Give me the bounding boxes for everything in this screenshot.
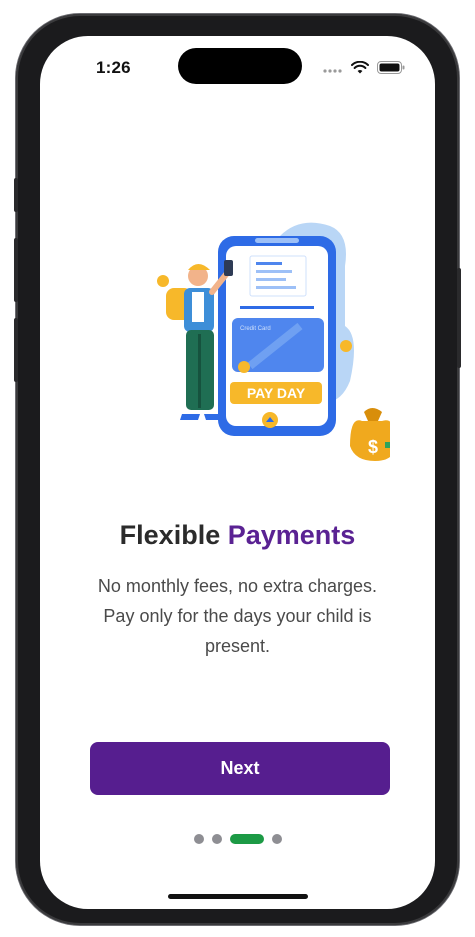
page-dot-2[interactable] <box>211 834 222 844</box>
coin-icon <box>238 361 250 373</box>
svg-text:$: $ <box>368 437 378 457</box>
battery-icon <box>377 60 405 74</box>
next-button[interactable]: Next <box>90 742 390 795</box>
cash-icon <box>385 442 390 448</box>
card-label: Credit Card <box>240 326 271 332</box>
power-button <box>457 268 461 368</box>
action-button <box>14 178 18 212</box>
onboarding-title: Flexible Payments <box>40 520 435 551</box>
volume-down-button <box>14 318 18 382</box>
onboarding-description: No monthly fees, no extra charges. Pay o… <box>97 576 378 656</box>
pay-day-label: PAY DAY <box>247 385 306 401</box>
wifi-icon <box>351 60 369 73</box>
page-dot-1[interactable] <box>193 834 204 844</box>
coin-icon <box>340 340 352 352</box>
title-prefix: Flexible <box>119 520 221 550</box>
signal-icon <box>323 69 342 73</box>
page-dot-3-active[interactable] <box>229 834 264 844</box>
title-accent: Payments <box>227 520 356 550</box>
dynamic-island <box>178 48 302 84</box>
coin-icon <box>157 275 169 287</box>
volume-up-button <box>14 238 18 302</box>
status-icons <box>323 58 405 76</box>
app-screen: 1:26 Credit Card PAY DAY $ Flexible Paym… <box>40 36 435 909</box>
payment-illustration: Credit Card PAY DAY $ <box>157 222 390 461</box>
status-time: 1:26 <box>96 58 131 77</box>
page-indicator <box>40 834 435 844</box>
home-indicator[interactable] <box>168 894 308 899</box>
page-dot-4[interactable] <box>271 834 282 844</box>
